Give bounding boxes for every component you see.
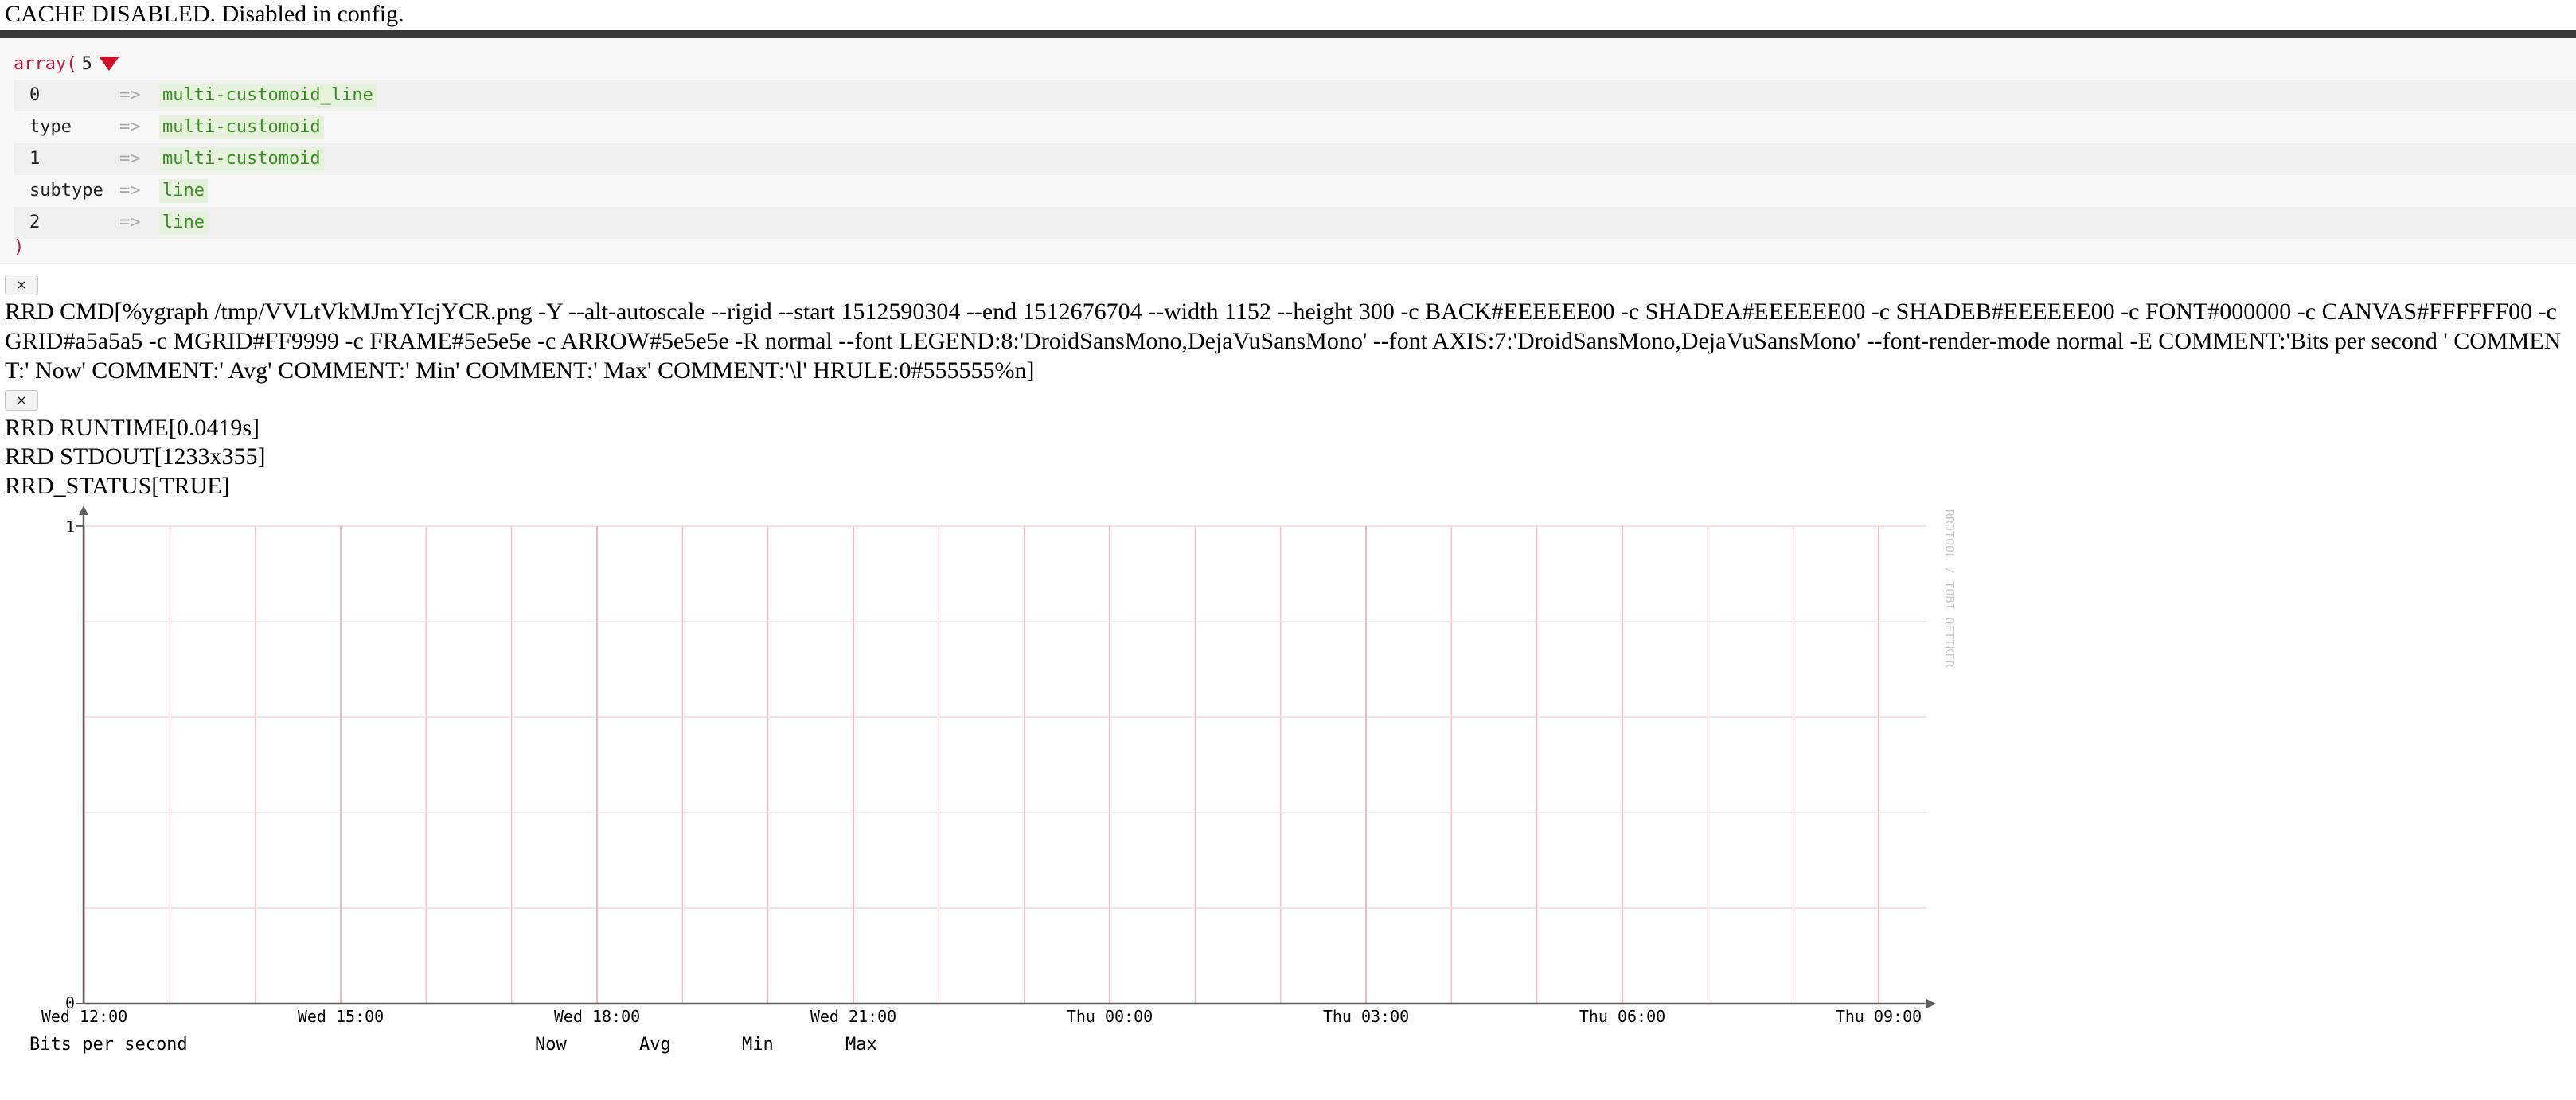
array-row: type => multi-customoid xyxy=(14,111,2576,143)
array-key: subtype xyxy=(29,181,103,201)
rrd-runtime: RRD RUNTIME[0.0419s] xyxy=(5,415,260,441)
close-button-secondary[interactable]: × xyxy=(5,390,38,411)
array-arrow: => xyxy=(119,117,141,137)
legend-item: Avg xyxy=(639,1035,671,1055)
array-dump-header[interactable]: array(5 xyxy=(14,53,119,76)
array-value: line xyxy=(159,179,208,203)
close-icon: × xyxy=(16,392,27,408)
array-value: multi-customoid_line xyxy=(159,84,377,107)
x-axis-labels: Wed 12:00 Wed 15:00 Wed 18:00 Wed 21:00 Thu … xyxy=(41,1007,1922,1026)
rrd-status: RRD_STATUS[TRUE] xyxy=(5,473,230,499)
array-value: multi-customoid xyxy=(159,147,324,171)
minor-grid xyxy=(84,525,1926,1004)
x-tick-label: Wed 18:00 xyxy=(554,1007,640,1026)
array-dump-panel: array(5 0 => multi-customoid_line type =… xyxy=(0,30,2576,264)
x-tick-label: Wed 15:00 xyxy=(298,1007,384,1026)
close-button[interactable]: × xyxy=(5,275,38,295)
major-grid xyxy=(84,526,1879,1004)
array-row: 2 => line xyxy=(14,207,2576,239)
array-arrow: => xyxy=(119,181,141,201)
array-open-label: array( xyxy=(14,54,77,74)
array-key: 1 xyxy=(29,149,41,169)
rrd-command-text: RRD CMD[%ygraph /tmp/VVLtVkMJmYIcjYCR.pn… xyxy=(5,298,2562,384)
graph-legend: Bits per second Now Avg Min Max xyxy=(29,1035,877,1055)
array-key: 2 xyxy=(29,213,41,232)
x-tick-label: Wed 21:00 xyxy=(810,1007,896,1026)
legend-item: Max xyxy=(845,1035,877,1055)
rrd-stdout: RRD STDOUT[1233x355] xyxy=(5,443,266,470)
y-tick-label: 1 xyxy=(65,517,75,536)
legend-item: Now xyxy=(535,1035,567,1055)
array-arrow: => xyxy=(119,85,141,105)
close-icon: × xyxy=(16,277,27,292)
y-tick-label: 0 xyxy=(65,993,75,1012)
array-key: type xyxy=(29,117,72,137)
legend-item: Min xyxy=(742,1035,774,1055)
array-arrow: => xyxy=(119,149,141,169)
y-axis-labels: 01 xyxy=(65,517,75,1012)
legend-item: Bits per second xyxy=(29,1035,188,1055)
array-row: 0 => multi-customoid_line xyxy=(14,80,2576,111)
x-tick-label: Thu 09:00 xyxy=(1836,1007,1922,1026)
graph-frame xyxy=(76,505,1936,1008)
array-row: subtype => line xyxy=(14,175,2576,207)
x-tick-label: Thu 06:00 xyxy=(1579,1007,1665,1026)
x-tick-label: Wed 12:00 xyxy=(41,1007,127,1026)
array-arrow: => xyxy=(119,213,141,232)
graph-watermark: RRDTOOL / TOBI OETIKER xyxy=(1942,509,1957,669)
array-count: 5 xyxy=(81,54,92,74)
array-value: line xyxy=(159,211,208,235)
array-key: 0 xyxy=(29,85,41,105)
array-row: 1 => multi-customoid xyxy=(14,143,2576,175)
x-tick-label: Thu 03:00 xyxy=(1323,1007,1409,1026)
x-tick-label: Thu 00:00 xyxy=(1067,1007,1153,1026)
array-value: multi-customoid xyxy=(159,115,324,139)
x-axis-arrow-icon xyxy=(1926,999,1936,1008)
y-axis-arrow-icon xyxy=(79,505,88,515)
collapse-triangle-icon[interactable] xyxy=(98,57,119,71)
rrd-graph: Wed 12:00 Wed 15:00 Wed 18:00 Wed 21:00 Thu … xyxy=(29,505,1957,1055)
cache-disabled-notice: CACHE DISABLED. Disabled in config. xyxy=(5,1,404,27)
array-close-label: ) xyxy=(14,237,25,257)
